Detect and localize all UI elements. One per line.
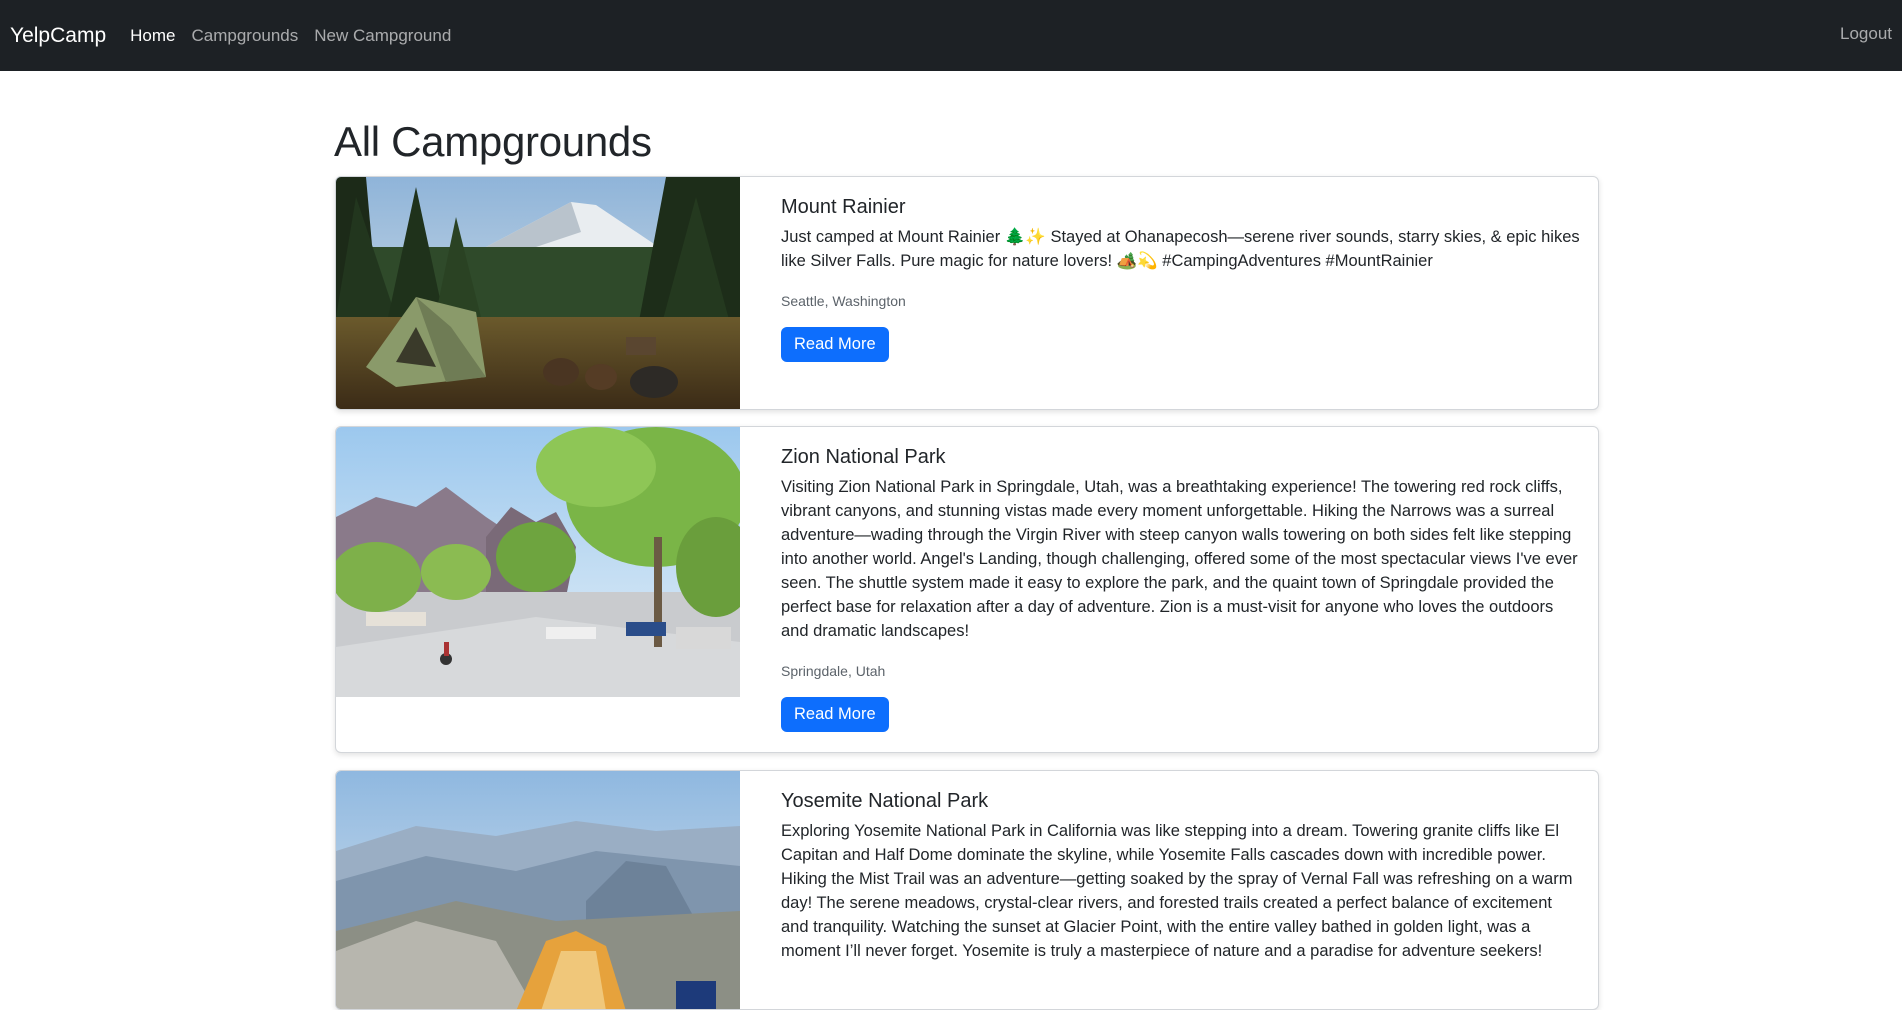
card-body: Mount Rainier Just camped at Mount Raini…	[781, 193, 1581, 362]
read-more-button[interactable]: Read More	[781, 327, 889, 362]
campground-description: Exploring Yosemite National Park in Cali…	[781, 822, 1573, 960]
page-title: All Campgrounds	[334, 118, 652, 165]
nav-link-home[interactable]: Home	[130, 26, 175, 46]
campground-card: Yosemite National Park Exploring Yosemit…	[335, 770, 1599, 1010]
card-body: Zion National Park Visiting Zion Nationa…	[781, 443, 1581, 732]
campground-image	[336, 427, 740, 697]
nav-link-new-campground[interactable]: New Campground	[314, 26, 451, 46]
campground-location: Seattle, Washington	[781, 293, 906, 309]
campground-location: Springdale, Utah	[781, 663, 886, 679]
nav-links: Home Campgrounds New Campground	[130, 26, 467, 46]
campground-title: Mount Rainier	[781, 196, 906, 218]
campground-card: Zion National Park Visiting Zion Nationa…	[335, 426, 1599, 753]
brand-link[interactable]: YelpCamp	[10, 24, 106, 48]
logout-link[interactable]: Logout	[1840, 24, 1892, 44]
campground-title: Yosemite National Park	[781, 790, 989, 812]
nav-link-campgrounds[interactable]: Campgrounds	[191, 26, 298, 46]
campground-title: Zion National Park	[781, 446, 946, 468]
navbar: YelpCamp Home Campgrounds New Campground…	[0, 0, 1902, 71]
campground-image	[336, 771, 740, 1009]
read-more-button[interactable]: Read More	[781, 697, 889, 732]
card-body: Yosemite National Park Exploring Yosemit…	[781, 787, 1581, 963]
campground-image	[336, 177, 740, 409]
campground-description: Visiting Zion National Park in Springdal…	[781, 478, 1578, 640]
campground-card: Mount Rainier Just camped at Mount Raini…	[335, 176, 1599, 410]
campground-description: Just camped at Mount Rainier 🌲✨ Stayed a…	[781, 228, 1580, 270]
